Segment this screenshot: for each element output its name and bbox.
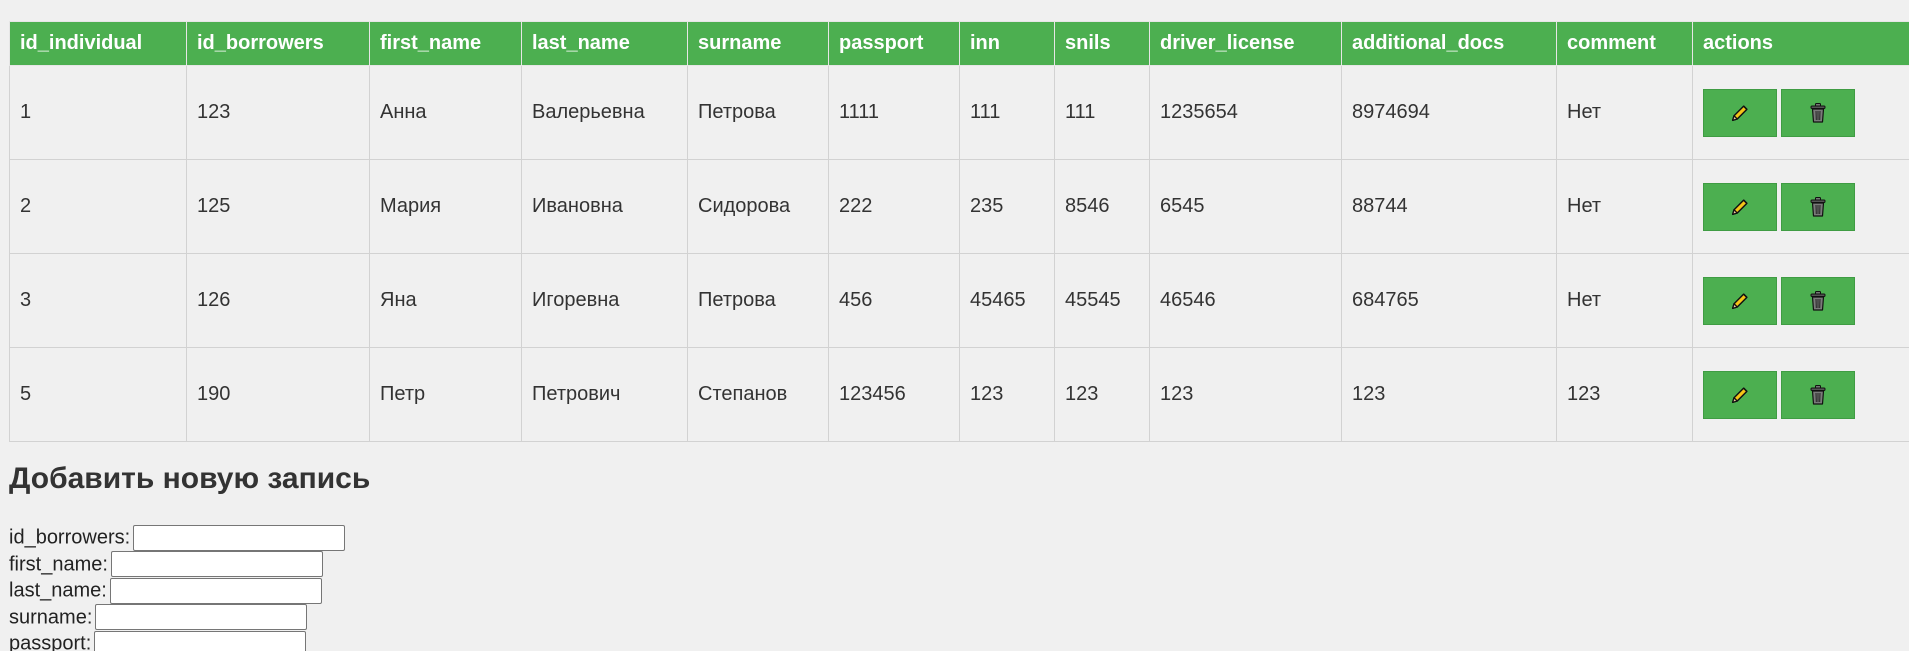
- cell-last-name: Игоревна: [521, 253, 688, 348]
- cell-id-individual: 2: [9, 159, 187, 254]
- cell-inn: 45465: [959, 253, 1055, 348]
- cell-id-borrowers: 123: [186, 65, 370, 160]
- cell-driver-license: 1235654: [1149, 65, 1342, 160]
- column-header-last-name: last_name: [521, 21, 688, 66]
- individuals-table: id_individual id_borrowers first_name la…: [9, 21, 1909, 442]
- delete-button[interactable]: [1781, 88, 1855, 137]
- cell-id-individual: 3: [9, 253, 187, 348]
- cell-snils: 111: [1054, 65, 1150, 160]
- cell-actions: [1692, 347, 1909, 442]
- column-header-id-individual: id_individual: [9, 21, 187, 66]
- table-row: 5 190 Петр Петрович Степанов 123456 123 123 123 1…: [9, 347, 1909, 442]
- edit-button[interactable]: [1703, 182, 1777, 231]
- cell-actions: [1692, 253, 1909, 348]
- field-label-first-name: first_name:: [9, 553, 108, 576]
- cell-inn: 235: [959, 159, 1055, 254]
- cell-first-name: Мария: [369, 159, 522, 254]
- cell-id-individual: 1: [9, 65, 187, 160]
- cell-last-name: Ивановна: [521, 159, 688, 254]
- surname-input[interactable]: [95, 604, 308, 631]
- form-row-id-borrowers: id_borrowers:: [9, 524, 346, 551]
- form-row-surname: surname:: [9, 604, 345, 631]
- first-name-input[interactable]: [110, 551, 323, 578]
- table-row: 2 125 Мария Ивановна Сидорова 222 235 8546 6545 8…: [9, 159, 1909, 254]
- column-header-actions: actions: [1692, 21, 1909, 66]
- cell-actions: [1692, 65, 1909, 160]
- cell-first-name: Петр: [369, 347, 522, 442]
- cell-first-name: Яна: [369, 253, 522, 348]
- cell-additional-docs: 88744: [1341, 159, 1557, 254]
- field-label-passport: passport:: [9, 632, 92, 651]
- cell-last-name: Петрович: [521, 347, 688, 442]
- cell-actions: [1692, 159, 1909, 254]
- field-label-id-borrowers: id_borrowers:: [9, 526, 131, 549]
- column-header-first-name: first_name: [369, 21, 522, 66]
- cell-inn: 123: [959, 347, 1055, 442]
- cell-surname: Петрова: [687, 65, 829, 160]
- column-header-inn: inn: [959, 21, 1055, 66]
- table-row: 1 123 Анна Валерьевна Петрова 1111 111 111 12356…: [9, 65, 1909, 160]
- column-header-driver-license: driver_license: [1149, 21, 1342, 66]
- cell-surname: Петрова: [687, 253, 829, 348]
- cell-passport: 1111: [828, 65, 960, 160]
- table-body: 1 123 Анна Валерьевна Петрова 1111 111 111 12356…: [9, 65, 1909, 442]
- cell-comment: Нет: [1556, 159, 1693, 254]
- cell-id-individual: 5: [9, 347, 187, 442]
- cell-last-name: Валерьевна: [521, 65, 688, 160]
- page: id_individual id_borrowers first_name la…: [0, 0, 1909, 651]
- edit-button[interactable]: [1703, 276, 1777, 325]
- cell-id-borrowers: 125: [186, 159, 370, 254]
- cell-driver-license: 46546: [1149, 253, 1342, 348]
- cell-id-borrowers: 190: [186, 347, 370, 442]
- cell-inn: 111: [959, 65, 1055, 160]
- last-name-input[interactable]: [109, 577, 322, 604]
- edit-button[interactable]: [1703, 370, 1777, 419]
- cell-driver-license: 123: [1149, 347, 1342, 442]
- cell-passport: 456: [828, 253, 960, 348]
- column-header-snils: snils: [1054, 21, 1150, 66]
- cell-comment: Нет: [1556, 253, 1693, 348]
- id-borrowers-input[interactable]: [133, 524, 346, 551]
- form-row-last-name: last_name:: [9, 577, 345, 604]
- cell-snils: 8546: [1054, 159, 1150, 254]
- cell-comment: 123: [1556, 347, 1693, 442]
- delete-button[interactable]: [1781, 276, 1855, 325]
- passport-input[interactable]: [94, 630, 307, 651]
- field-label-surname: surname:: [9, 606, 93, 629]
- add-record-form: id_borrowers: first_name: last_name:surnam…: [9, 524, 346, 651]
- cell-surname: Сидорова: [687, 159, 829, 254]
- column-header-additional-docs: additional_docs: [1341, 21, 1557, 66]
- form-row-first-name: first_name:: [9, 551, 345, 578]
- cell-additional-docs: 123: [1341, 347, 1557, 442]
- delete-button[interactable]: [1781, 370, 1855, 419]
- edit-button[interactable]: [1703, 88, 1777, 137]
- column-header-passport: passport: [828, 21, 960, 66]
- cell-snils: 123: [1054, 347, 1150, 442]
- cell-passport: 123456: [828, 347, 960, 442]
- cell-id-borrowers: 126: [186, 253, 370, 348]
- column-header-comment: comment: [1556, 21, 1693, 66]
- cell-surname: Степанов: [687, 347, 829, 442]
- cell-driver-license: 6545: [1149, 159, 1342, 254]
- column-header-id-borrowers: id_borrowers: [186, 21, 370, 66]
- form-row-passport: passport:: [9, 630, 345, 651]
- form-title: Добавить новую запись: [9, 462, 371, 495]
- cell-additional-docs: 684765: [1341, 253, 1557, 348]
- field-label-last-name: last_name:: [9, 579, 107, 602]
- table-row: 3 126 Яна Игоревна Петрова 456 45465 45545 46546…: [9, 253, 1909, 348]
- cell-first-name: Анна: [369, 65, 522, 160]
- cell-comment: Нет: [1556, 65, 1693, 160]
- cell-passport: 222: [828, 159, 960, 254]
- delete-button[interactable]: [1781, 182, 1855, 231]
- cell-snils: 45545: [1054, 253, 1150, 348]
- column-header-surname: surname: [687, 21, 829, 66]
- table-header-row: id_individual id_borrowers first_name la…: [9, 21, 1909, 66]
- cell-additional-docs: 8974694: [1341, 65, 1557, 160]
